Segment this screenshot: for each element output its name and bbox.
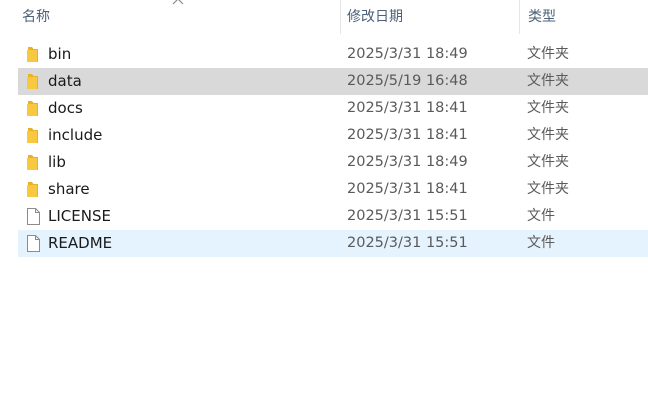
file-row-readme[interactable]: README 2025/3/31 15:51 文件	[18, 230, 648, 257]
column-divider[interactable]	[519, 0, 520, 34]
file-icon	[27, 208, 40, 225]
column-header-bar: 名称 修改日期 类型	[0, 0, 648, 34]
folder-icon	[27, 47, 38, 62]
file-type: 文件夹	[527, 181, 569, 197]
chevron-up-icon	[172, 0, 184, 5]
file-list: bin 2025/3/31 18:49 文件夹 data 2025/5/19 1…	[18, 41, 648, 257]
folder-icon	[27, 155, 38, 170]
file-row-lib[interactable]: lib 2025/3/31 18:49 文件夹	[18, 149, 648, 176]
column-divider[interactable]	[340, 0, 341, 34]
file-row-include[interactable]: include 2025/3/31 18:41 文件夹	[18, 122, 648, 149]
file-type: 文件夹	[527, 127, 569, 143]
file-row-license[interactable]: LICENSE 2025/3/31 15:51 文件	[18, 203, 648, 230]
file-name: share	[48, 180, 90, 198]
folder-icon	[27, 128, 38, 143]
file-type: 文件	[527, 208, 555, 224]
modified-date: 2025/3/31 18:49	[347, 154, 468, 170]
modified-date: 2025/3/31 15:51	[347, 208, 468, 224]
file-row-data[interactable]: data 2025/5/19 16:48 文件夹	[18, 68, 648, 95]
file-name: lib	[48, 153, 66, 171]
file-row-share[interactable]: share 2025/3/31 18:41 文件夹	[18, 176, 648, 203]
file-name: include	[48, 126, 103, 144]
file-name: bin	[48, 45, 72, 63]
file-type: 文件夹	[527, 46, 569, 62]
modified-date: 2025/3/31 18:41	[347, 181, 468, 197]
modified-date: 2025/5/19 16:48	[347, 73, 468, 89]
file-icon	[27, 235, 40, 252]
column-header-type[interactable]: 类型	[524, 0, 648, 34]
file-row-bin[interactable]: bin 2025/3/31 18:49 文件夹	[18, 41, 648, 68]
file-type: 文件夹	[527, 73, 569, 89]
file-name: LICENSE	[48, 207, 111, 225]
modified-date: 2025/3/31 18:41	[347, 127, 468, 143]
folder-icon	[27, 101, 38, 116]
column-header-date[interactable]: 修改日期	[343, 0, 519, 34]
modified-date: 2025/3/31 18:49	[347, 46, 468, 62]
folder-icon	[27, 182, 38, 197]
file-explorer: 名称 修改日期 类型 bin 2025/3/31 18:49 文件夹 data …	[0, 0, 648, 403]
modified-date: 2025/3/31 15:51	[347, 235, 468, 251]
file-row-docs[interactable]: docs 2025/3/31 18:41 文件夹	[18, 95, 648, 122]
file-name: README	[48, 234, 113, 252]
file-type: 文件夹	[527, 100, 569, 116]
file-name: docs	[48, 99, 83, 117]
file-name: data	[48, 72, 82, 90]
modified-date: 2025/3/31 18:41	[347, 100, 468, 116]
file-type: 文件夹	[527, 154, 569, 170]
file-type: 文件	[527, 235, 555, 251]
folder-icon	[27, 74, 38, 89]
